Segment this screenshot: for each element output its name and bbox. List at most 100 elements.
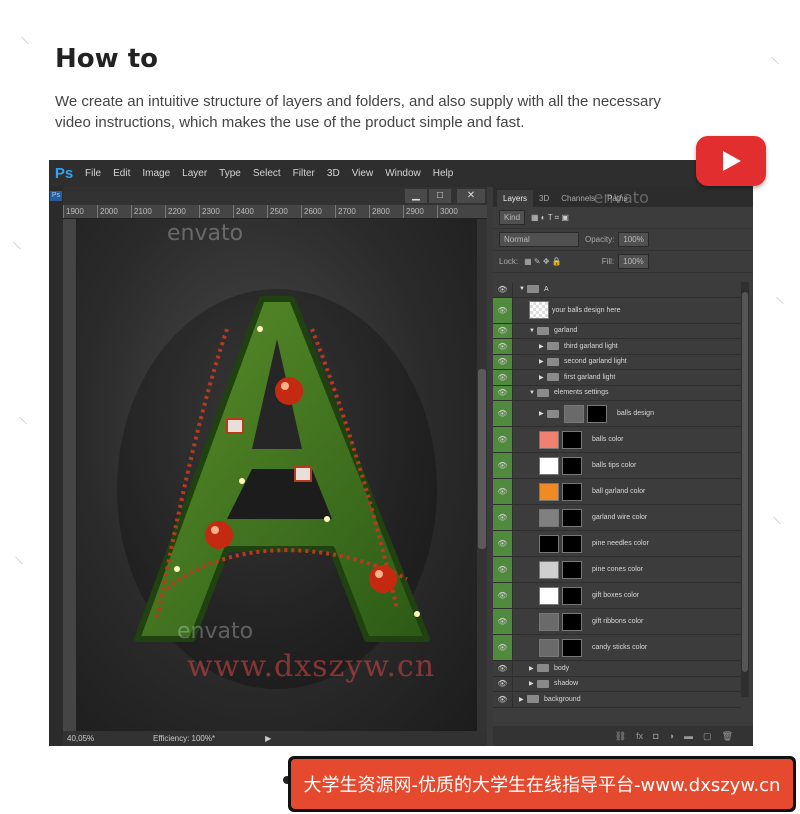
layer-row[interactable]: 👁 ▶ shadow (493, 676, 741, 692)
layer-row[interactable]: 👁 pine cones color (493, 557, 741, 583)
layer-row[interactable]: 👁 pine needles color (493, 531, 741, 557)
maximize-button[interactable]: □ (429, 189, 451, 203)
canvas-scrollbar[interactable] (477, 219, 487, 731)
visibility-eye-icon[interactable]: 👁 (493, 635, 513, 660)
canvas[interactable]: envato envato www.dxszyw.cn (77, 219, 477, 731)
layer-row[interactable]: 👁 ▼ garland (493, 323, 741, 339)
layer-row[interactable]: 👁 ▶ second garland light (493, 354, 741, 370)
menu-image[interactable]: Image (142, 168, 170, 179)
visibility-eye-icon[interactable]: 👁 (493, 531, 513, 556)
expand-arrow-icon[interactable]: ▶ (539, 343, 547, 350)
layer-thumbnail (539, 430, 559, 449)
menu-filter[interactable]: Filter (293, 168, 315, 179)
menu-layer[interactable]: Layer (182, 168, 207, 179)
layer-row[interactable]: 👁 gift boxes color (493, 583, 741, 609)
menu-type[interactable]: Type (219, 168, 241, 179)
visibility-eye-icon[interactable]: 👁 (493, 661, 513, 676)
layer-row[interactable]: 👁 gift ribbons color (493, 609, 741, 635)
layer-row[interactable]: 👁 balls tips color (493, 453, 741, 479)
trash-icon[interactable]: 🗑 (722, 731, 733, 742)
menu-window[interactable]: Window (385, 168, 421, 179)
expand-arrow-icon[interactable]: ▶ (539, 358, 547, 365)
tab-layers[interactable]: Layers (497, 190, 534, 207)
layers-scrollbar[interactable] (741, 282, 749, 697)
scrollbar-thumb[interactable] (742, 292, 748, 672)
close-button[interactable]: ✕ (457, 189, 485, 203)
layer-row[interactable]: 👁 balls color (493, 427, 741, 453)
menu-edit[interactable]: Edit (113, 168, 130, 179)
layer-name: second garland light (564, 358, 627, 366)
visibility-eye-icon[interactable]: 👁 (493, 505, 513, 530)
link-icon[interactable]: ⛓ (615, 731, 626, 742)
ruler-tick: 2800 (369, 205, 403, 218)
expand-arrow-icon[interactable]: ▼ (519, 286, 527, 292)
menu-help[interactable]: Help (433, 168, 454, 179)
visibility-eye-icon[interactable]: 👁 (493, 354, 513, 369)
layer-filter-select[interactable]: Kind (499, 210, 526, 225)
visibility-eye-icon[interactable]: 👁 (493, 692, 513, 707)
expand-arrow-icon[interactable]: ▼ (529, 328, 537, 334)
adjustment-icon[interactable]: ◑ (669, 731, 674, 741)
decor-stroke (21, 36, 29, 45)
visibility-eye-icon[interactable]: 👁 (493, 676, 513, 691)
youtube-play-button[interactable] (696, 136, 766, 186)
decor-stroke (771, 56, 779, 65)
new-group-icon[interactable]: ▬ (684, 731, 693, 741)
menu-view[interactable]: View (352, 168, 374, 179)
expand-arrow-icon[interactable]: ▶ (519, 696, 527, 703)
visibility-eye-icon[interactable]: 👁 (493, 453, 513, 478)
visibility-eye-icon[interactable]: 👁 (493, 297, 513, 323)
visibility-eye-icon[interactable]: 👁 (493, 479, 513, 504)
layer-row[interactable]: 👁 garland wire color (493, 505, 741, 531)
visibility-eye-icon[interactable]: 👁 (493, 427, 513, 452)
play-icon[interactable]: ▶ (265, 734, 271, 743)
mask-icon[interactable]: ◘ (653, 731, 658, 741)
layer-row[interactable]: 👁 ▶ background (493, 692, 741, 708)
visibility-eye-icon[interactable]: 👁 (493, 282, 513, 297)
layer-row[interactable]: 👁 ▼ A (493, 282, 741, 298)
menu-3d[interactable]: 3D (327, 168, 340, 179)
visibility-eye-icon[interactable]: 👁 (493, 385, 513, 400)
fx-icon[interactable]: fx (636, 731, 643, 741)
fill-input[interactable]: 100% (618, 254, 649, 269)
layer-row[interactable]: 👁 ball garland color (493, 479, 741, 505)
menu-file[interactable]: File (85, 168, 101, 179)
layer-row[interactable]: 👁 your balls design here (493, 297, 741, 324)
visibility-eye-icon[interactable]: 👁 (493, 323, 513, 338)
lock-label: Lock: (499, 257, 519, 266)
lock-icons[interactable]: ▦ ✎ ✥ 🔒 (524, 257, 562, 266)
blend-mode-select[interactable]: Normal (499, 232, 579, 247)
site-banner[interactable]: 大学生资源网-优质的大学生在线指导平台-www.dxszyw.cn (288, 756, 796, 812)
expand-arrow-icon[interactable]: ▶ (539, 374, 547, 381)
scrollbar-thumb[interactable] (478, 369, 486, 549)
visibility-eye-icon[interactable]: 👁 (493, 339, 513, 354)
layer-row[interactable]: 👁 ▶ third garland light (493, 339, 741, 355)
expand-arrow-icon[interactable]: ▼ (529, 390, 537, 396)
decor-stroke (13, 241, 21, 250)
layer-row[interactable]: 👁 ▶ first garland light (493, 370, 741, 386)
new-layer-icon[interactable]: ▢ (703, 731, 712, 742)
expand-arrow-icon[interactable]: ▶ (529, 680, 537, 687)
visibility-eye-icon[interactable]: 👁 (493, 609, 513, 634)
visibility-eye-icon[interactable]: 👁 (493, 370, 513, 385)
opacity-input[interactable]: 100% (618, 232, 649, 247)
layer-row[interactable]: 👁 ▶ body (493, 661, 741, 677)
expand-arrow-icon[interactable]: ▶ (539, 410, 547, 417)
menu-select[interactable]: Select (253, 168, 281, 179)
layer-name: ball garland color (592, 488, 646, 495)
tab-3d[interactable]: 3D (533, 190, 555, 207)
layer-row[interactable]: 👁 ▶ balls design (493, 401, 741, 427)
layer-name: garland wire color (592, 514, 648, 521)
visibility-eye-icon[interactable]: 👁 (493, 401, 513, 426)
layer-row[interactable]: 👁 ▼ elements settings (493, 385, 741, 401)
layer-row[interactable]: 👁 candy sticks color (493, 635, 741, 661)
zoom-level[interactable]: 40,05% (63, 734, 103, 743)
expand-arrow-icon[interactable]: ▶ (529, 665, 537, 672)
minimize-button[interactable]: ▁ (405, 189, 427, 203)
layer-mask (562, 456, 582, 475)
visibility-eye-icon[interactable]: 👁 (493, 583, 513, 608)
doc-tab-icon[interactable]: Ps (50, 191, 62, 201)
visibility-eye-icon[interactable]: 👁 (493, 557, 513, 582)
filter-icons[interactable]: ▦ ◐ T ⌗ ▣ (531, 213, 569, 223)
layer-mask (562, 482, 582, 501)
